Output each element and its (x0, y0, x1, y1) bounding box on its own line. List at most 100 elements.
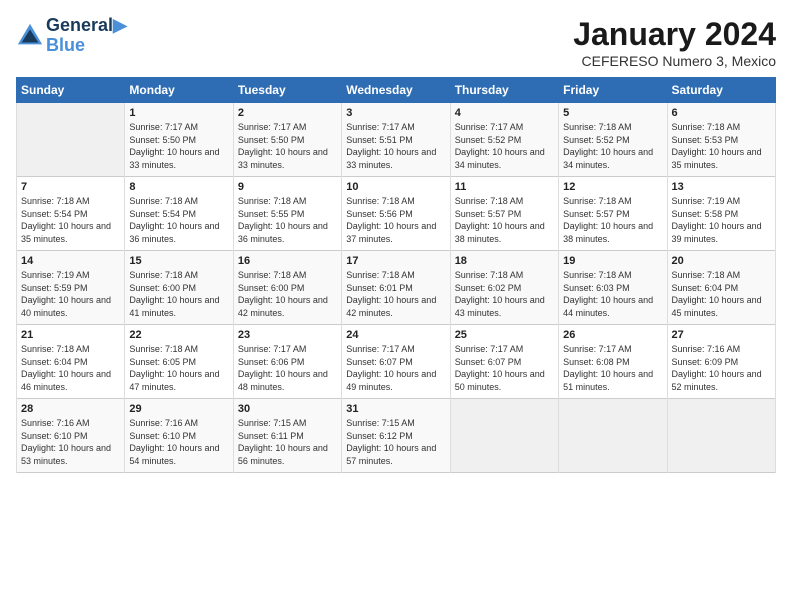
cell-info: Sunrise: 7:17 AMSunset: 6:08 PMDaylight:… (563, 344, 653, 392)
calendar-cell: 1Sunrise: 7:17 AMSunset: 5:50 PMDaylight… (125, 103, 233, 177)
cell-info: Sunrise: 7:15 AMSunset: 6:12 PMDaylight:… (346, 418, 436, 466)
calendar-cell (667, 399, 775, 473)
cell-info: Sunrise: 7:18 AMSunset: 6:00 PMDaylight:… (129, 270, 219, 318)
cell-info: Sunrise: 7:17 AMSunset: 5:50 PMDaylight:… (238, 122, 328, 170)
month-title: January 2024 (573, 16, 776, 53)
calendar-table: Sunday Monday Tuesday Wednesday Thursday… (16, 77, 776, 473)
cell-info: Sunrise: 7:16 AMSunset: 6:10 PMDaylight:… (129, 418, 219, 466)
day-number: 30 (238, 403, 337, 415)
cell-info: Sunrise: 7:18 AMSunset: 5:52 PMDaylight:… (563, 122, 653, 170)
col-sunday: Sunday (17, 78, 125, 103)
day-number: 15 (129, 255, 228, 267)
logo-text: General▶ Blue (46, 16, 127, 56)
cell-info: Sunrise: 7:18 AMSunset: 6:01 PMDaylight:… (346, 270, 436, 318)
calendar-cell: 2 Sunrise: 7:17 AMSunset: 5:50 PMDaylight… (233, 103, 341, 177)
cell-info: Sunrise: 7:17 AMSunset: 5:51 PMDaylight:… (346, 122, 436, 170)
calendar-cell: 23 Sunrise: 7:17 AMSunset: 6:06 PMDayligh… (233, 325, 341, 399)
calendar-header: Sunday Monday Tuesday Wednesday Thursday… (17, 78, 776, 103)
cell-info: Sunrise: 7:17 AMSunset: 6:07 PMDaylight:… (455, 344, 545, 392)
calendar-cell: 21 Sunrise: 7:18 AMSunset: 6:04 PMDayligh… (17, 325, 125, 399)
calendar-cell (559, 399, 667, 473)
day-number: 22 (129, 329, 228, 341)
cell-info: Sunrise: 7:18 AMSunset: 6:04 PMDaylight:… (21, 344, 111, 392)
title-block: January 2024 CEFERESO Numero 3, Mexico (573, 16, 776, 69)
cell-info: Sunrise: 7:18 AMSunset: 5:57 PMDaylight:… (455, 196, 545, 244)
day-number: 17 (346, 255, 445, 267)
calendar-cell: 14 Sunrise: 7:19 AMSunset: 5:59 PMDayligh… (17, 251, 125, 325)
cell-info: Sunrise: 7:18 AMSunset: 6:05 PMDaylight:… (129, 344, 219, 392)
day-number: 2 (238, 107, 337, 119)
day-number: 12 (563, 181, 662, 193)
col-wednesday: Wednesday (342, 78, 450, 103)
cell-info: Sunrise: 7:15 AMSunset: 6:11 PMDaylight:… (238, 418, 328, 466)
cell-info: Sunrise: 7:18 AMSunset: 5:54 PMDaylight:… (21, 196, 111, 244)
day-number: 18 (455, 255, 554, 267)
col-monday: Monday (125, 78, 233, 103)
week-row-1: 1 Sunrise: 7:17 AMSunset: 5:50 PMDaylight… (17, 103, 776, 177)
calendar-cell: 12 Sunrise: 7:18 AMSunset: 5:57 PMDayligh… (559, 177, 667, 251)
calendar-cell: 16 Sunrise: 7:18 AMSunset: 6:00 PMDayligh… (233, 251, 341, 325)
cell-info: Sunrise: 7:19 AMSunset: 5:58 PMDaylight:… (672, 196, 762, 244)
calendar-cell: 26 Sunrise: 7:17 AMSunset: 6:08 PMDayligh… (559, 325, 667, 399)
cell-info: Sunrise: 7:16 AMSunset: 6:10 PMDaylight:… (21, 418, 111, 466)
day-number: 19 (563, 255, 662, 267)
subtitle: CEFERESO Numero 3, Mexico (573, 53, 776, 69)
calendar-cell: 4Sunrise: 7:17 AMSunset: 5:52 PMDaylight… (450, 103, 558, 177)
day-number: 7 (21, 181, 120, 193)
calendar-cell: 7 Sunrise: 7:18 AMSunset: 5:54 PMDaylight… (17, 177, 125, 251)
day-number: 6 (672, 107, 771, 119)
col-saturday: Saturday (667, 78, 775, 103)
calendar-cell: 15 Sunrise: 7:18 AMSunset: 6:00 PMDayligh… (125, 251, 233, 325)
cell-info: Sunrise: 7:18 AMSunset: 5:54 PMDaylight:… (129, 196, 219, 244)
day-number: 1 (129, 107, 228, 119)
calendar-body: 1 Sunrise: 7:17 AMSunset: 5:50 PMDaylight… (17, 103, 776, 473)
header-row: Sunday Monday Tuesday Wednesday Thursday… (17, 78, 776, 103)
calendar-cell: 27Sunrise: 7:16 AMSunset: 6:09 PMDayligh… (667, 325, 775, 399)
cell-info: Sunrise: 7:18 AMSunset: 6:04 PMDaylight:… (672, 270, 762, 318)
day-number: 16 (238, 255, 337, 267)
week-row-2: 7 Sunrise: 7:18 AMSunset: 5:54 PMDaylight… (17, 177, 776, 251)
day-number: 25 (455, 329, 554, 341)
day-number: 21 (21, 329, 120, 341)
calendar-cell (17, 103, 125, 177)
cell-info: Sunrise: 7:18 AMSunset: 5:55 PMDaylight:… (238, 196, 328, 244)
day-number: 9 (238, 181, 337, 193)
day-number: 8 (129, 181, 228, 193)
cell-info: Sunrise: 7:18 AMSunset: 6:00 PMDaylight:… (238, 270, 328, 318)
calendar-cell: 11 Sunrise: 7:18 AMSunset: 5:57 PMDayligh… (450, 177, 558, 251)
day-number: 14 (21, 255, 120, 267)
cell-info: Sunrise: 7:18 AMSunset: 5:57 PMDaylight:… (563, 196, 653, 244)
day-number: 24 (346, 329, 445, 341)
week-row-3: 14 Sunrise: 7:19 AMSunset: 5:59 PMDayligh… (17, 251, 776, 325)
cell-info: Sunrise: 7:17 AMSunset: 6:06 PMDaylight:… (238, 344, 328, 392)
day-number: 26 (563, 329, 662, 341)
calendar-cell: 24Sunrise: 7:17 AMSunset: 6:07 PMDayligh… (342, 325, 450, 399)
calendar-cell: 30 Sunrise: 7:15 AMSunset: 6:11 PMDayligh… (233, 399, 341, 473)
cell-info: Sunrise: 7:18 AMSunset: 5:53 PMDaylight:… (672, 122, 762, 170)
header: General▶ Blue January 2024 CEFERESO Nume… (16, 16, 776, 69)
col-tuesday: Tuesday (233, 78, 341, 103)
day-number: 10 (346, 181, 445, 193)
calendar-cell: 17 Sunrise: 7:18 AMSunset: 6:01 PMDayligh… (342, 251, 450, 325)
calendar-cell: 22 Sunrise: 7:18 AMSunset: 6:05 PMDayligh… (125, 325, 233, 399)
calendar-cell: 25 Sunrise: 7:17 AMSunset: 6:07 PMDayligh… (450, 325, 558, 399)
day-number: 31 (346, 403, 445, 415)
day-number: 5 (563, 107, 662, 119)
logo-icon (16, 22, 44, 50)
day-number: 13 (672, 181, 771, 193)
cell-info: Sunrise: 7:18 AMSunset: 6:03 PMDaylight:… (563, 270, 653, 318)
calendar-cell: 29 Sunrise: 7:16 AMSunset: 6:10 PMDayligh… (125, 399, 233, 473)
cell-info: Sunrise: 7:18 AMSunset: 5:56 PMDaylight:… (346, 196, 436, 244)
week-row-4: 21 Sunrise: 7:18 AMSunset: 6:04 PMDayligh… (17, 325, 776, 399)
day-number: 23 (238, 329, 337, 341)
day-number: 11 (455, 181, 554, 193)
calendar-cell: 28Sunrise: 7:16 AMSunset: 6:10 PMDayligh… (17, 399, 125, 473)
page-container: General▶ Blue January 2024 CEFERESO Nume… (0, 0, 792, 612)
week-row-5: 28Sunrise: 7:16 AMSunset: 6:10 PMDayligh… (17, 399, 776, 473)
day-number: 29 (129, 403, 228, 415)
calendar-cell: 9 Sunrise: 7:18 AMSunset: 5:55 PMDaylight… (233, 177, 341, 251)
day-number: 3 (346, 107, 445, 119)
cell-info: Sunrise: 7:18 AMSunset: 6:02 PMDaylight:… (455, 270, 545, 318)
cell-info: Sunrise: 7:19 AMSunset: 5:59 PMDaylight:… (21, 270, 111, 318)
calendar-cell: 10 Sunrise: 7:18 AMSunset: 5:56 PMDayligh… (342, 177, 450, 251)
